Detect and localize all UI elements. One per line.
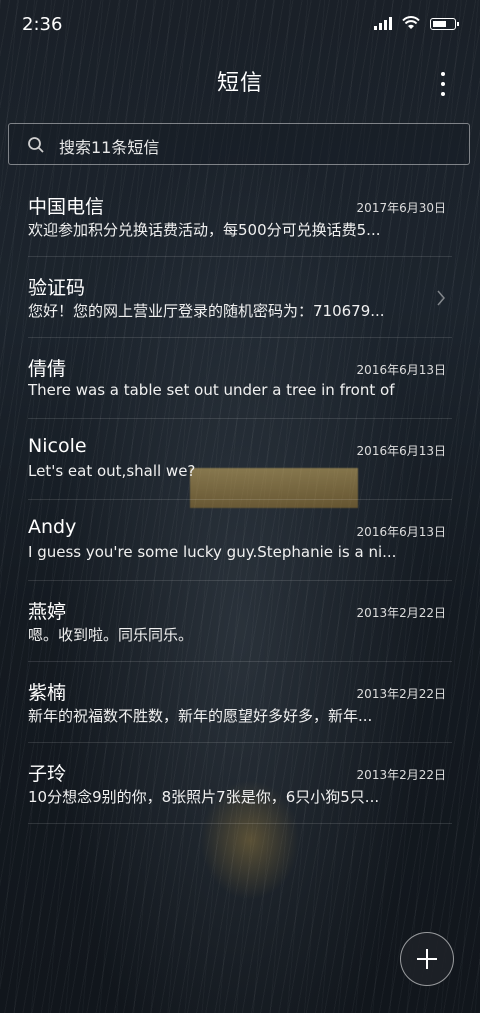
list-item[interactable]: 倩倩 2016年6月13日 There was a table set out … <box>28 338 452 419</box>
message-date: 2013年2月22日 <box>356 768 446 782</box>
status-bar: 2:36 <box>0 0 480 52</box>
list-item[interactable]: 中国电信 2017年6月30日 欢迎参加积分兑换话费活动，每500分可兑换话费5… <box>28 176 452 257</box>
battery-icon <box>430 18 459 30</box>
message-preview: 新年的祝福数不胜数，新年的愿望好多好多，新年... <box>28 707 373 725</box>
app-header: 短信 <box>0 66 480 102</box>
search-icon <box>28 137 44 153</box>
contact-name: 倩倩 <box>28 358 67 380</box>
list-item[interactable]: Andy 2016年6月13日 I guess you're some luck… <box>28 500 452 581</box>
message-date: 2013年2月22日 <box>356 606 446 620</box>
message-preview: There was a table set out under a tree i… <box>28 381 398 399</box>
message-list: 中国电信 2017年6月30日 欢迎参加积分兑换话费活动，每500分可兑换话费5… <box>0 176 480 824</box>
signal-icon <box>374 16 392 30</box>
list-item[interactable]: 子玲 2013年2月22日 10分想念9别的你，8张照片7张是你，6只小狗5只.… <box>28 743 452 824</box>
contact-name: 验证码 <box>28 277 86 299</box>
page-title: 短信 <box>216 71 263 96</box>
contact-name: 燕婷 <box>28 601 67 623</box>
message-preview: 嗯。收到啦。同乐同乐。 <box>28 626 194 644</box>
status-icons <box>374 16 459 30</box>
contact-name: Nicole <box>28 435 87 457</box>
message-date: 2016年6月13日 <box>356 444 446 458</box>
message-preview: 欢迎参加积分兑换话费活动，每500分可兑换话费5... <box>28 221 381 239</box>
contact-name: 中国电信 <box>28 196 105 218</box>
contact-name: 子玲 <box>28 763 67 785</box>
message-date: 2016年6月13日 <box>356 525 446 539</box>
message-date: 2016年6月13日 <box>356 363 446 377</box>
message-date: 2017年6月30日 <box>356 201 446 215</box>
list-item[interactable]: 燕婷 2013年2月22日 嗯。收到啦。同乐同乐。 <box>28 581 452 662</box>
compose-button[interactable] <box>400 932 454 986</box>
contact-name: Andy <box>28 516 77 538</box>
message-date: 2013年2月22日 <box>356 687 446 701</box>
more-vertical-icon[interactable] <box>440 72 446 96</box>
status-time: 2:36 <box>22 14 63 35</box>
list-item[interactable]: Nicole 2016年6月13日 Let's eat out,shall we… <box>28 419 452 500</box>
message-preview: I guess you're some lucky guy.Stephanie … <box>28 543 397 561</box>
message-preview: Let's eat out,shall we? <box>28 462 196 480</box>
message-preview: 10分想念9别的你，8张照片7张是你，6只小狗5只... <box>28 788 380 806</box>
search-input[interactable]: 搜索11条短信 <box>8 123 470 165</box>
message-preview: 您好！您的网上营业厅登录的随机密码为：710679... <box>28 302 385 320</box>
search-placeholder: 搜索11条短信 <box>59 138 160 157</box>
contact-name: 紫楠 <box>28 682 67 704</box>
chevron-right-icon <box>437 290 445 306</box>
list-item[interactable]: 验证码 您好！您的网上营业厅登录的随机密码为：710679... <box>28 257 452 338</box>
list-item[interactable]: 紫楠 2013年2月22日 新年的祝福数不胜数，新年的愿望好多好多，新年... <box>28 662 452 743</box>
wifi-icon <box>402 16 420 29</box>
